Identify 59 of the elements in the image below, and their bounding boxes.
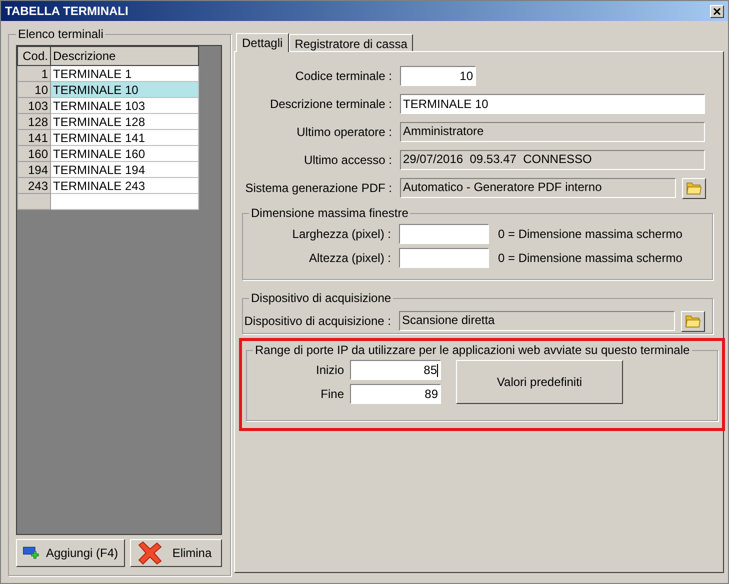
tab[interactable]: Registratore di cassa	[288, 34, 414, 51]
column-header[interactable]: Cod.	[18, 46, 50, 66]
field-label: Descrizione terminale :	[268, 96, 393, 113]
hint-text: 0 = Dimensione massima schermo	[498, 226, 682, 243]
column-header[interactable]: Descrizione	[50, 46, 198, 66]
browse-button[interactable]	[681, 310, 705, 332]
defaults-button[interactable]: Valori predefiniti	[456, 360, 623, 404]
code-cell: 128	[18, 114, 50, 130]
code-cell: 141	[18, 130, 50, 146]
group-title: Dispositivo di acquisizione	[250, 290, 392, 307]
group-title: Elenco terminali	[17, 26, 104, 43]
readonly-field: Scansione diretta	[399, 311, 675, 331]
field-label: Codice terminale :	[294, 68, 393, 85]
input-field[interactable]	[399, 224, 489, 244]
input-field[interactable]	[399, 248, 489, 268]
cross-icon	[137, 541, 163, 565]
field-label: Altezza (pixel) :	[308, 250, 392, 267]
window-title: TABELLA TERMINALI	[5, 3, 128, 20]
input-field[interactable]: 10	[400, 66, 476, 86]
delete-button[interactable]: Elimina	[130, 539, 222, 567]
add-button[interactable]: Aggiungi (F4)	[16, 539, 125, 567]
input-field[interactable]: TERMINALE 10	[400, 94, 705, 114]
input-field[interactable]: 85	[350, 360, 441, 380]
code-cell: 1	[18, 66, 50, 82]
readonly-field: Amministratore	[400, 122, 705, 142]
group-title: Dimensione massima finestre	[250, 205, 410, 222]
close-icon	[713, 8, 721, 14]
field-label: Inizio	[314, 362, 345, 379]
close-button[interactable]	[710, 4, 724, 18]
field-label: Larghezza (pixel) :	[291, 226, 392, 243]
field-label: Sistema generazione PDF :	[244, 180, 393, 197]
table-row[interactable]: 141 TERMINALE 141	[18, 130, 198, 146]
table-row[interactable]: 243 TERMINALE 243	[18, 178, 198, 194]
table-row[interactable]: 103 TERMINALE 103	[18, 98, 198, 114]
code-cell: 10	[18, 82, 50, 98]
add-window-icon	[23, 545, 40, 561]
code-cell: 194	[18, 162, 50, 178]
table-row[interactable]: 128 TERMINALE 128	[18, 114, 198, 130]
folder-icon	[685, 314, 701, 328]
field-label: Ultimo accesso :	[302, 152, 393, 169]
code-cell: 160	[18, 146, 50, 162]
table-row[interactable]: 1 TERMINALE 1	[18, 66, 198, 82]
hint-text: 0 = Dimensione massima schermo	[498, 250, 682, 267]
code-cell: 243	[18, 178, 50, 194]
readonly-field: 29/07/2016 09.53.47 CONNESSO	[400, 150, 705, 170]
folder-icon	[686, 181, 702, 195]
group-title: Range di porte IP da utilizzare per le applicazioni web avviate su questo terminale	[254, 342, 691, 359]
table-row[interactable]: 194 TERMINALE 194	[18, 162, 198, 178]
code-cell: 103	[18, 98, 50, 114]
table-row[interactable]: 10 TERMINALE 10	[18, 82, 198, 98]
table-row[interactable]: 160 TERMINALE 160	[18, 146, 198, 162]
field-label: Fine	[320, 386, 345, 403]
input-field[interactable]: 89	[350, 384, 441, 404]
readonly-field: Automatico - Generatore PDF interno	[400, 178, 676, 198]
table-cell: TERMINALE 243	[50, 178, 198, 194]
field-label: Dispositivo di acquisizione :	[243, 313, 392, 330]
field-label: Ultimo operatore :	[296, 124, 393, 141]
tab[interactable]: Dettagli	[236, 33, 289, 52]
browse-button[interactable]	[682, 178, 706, 198]
